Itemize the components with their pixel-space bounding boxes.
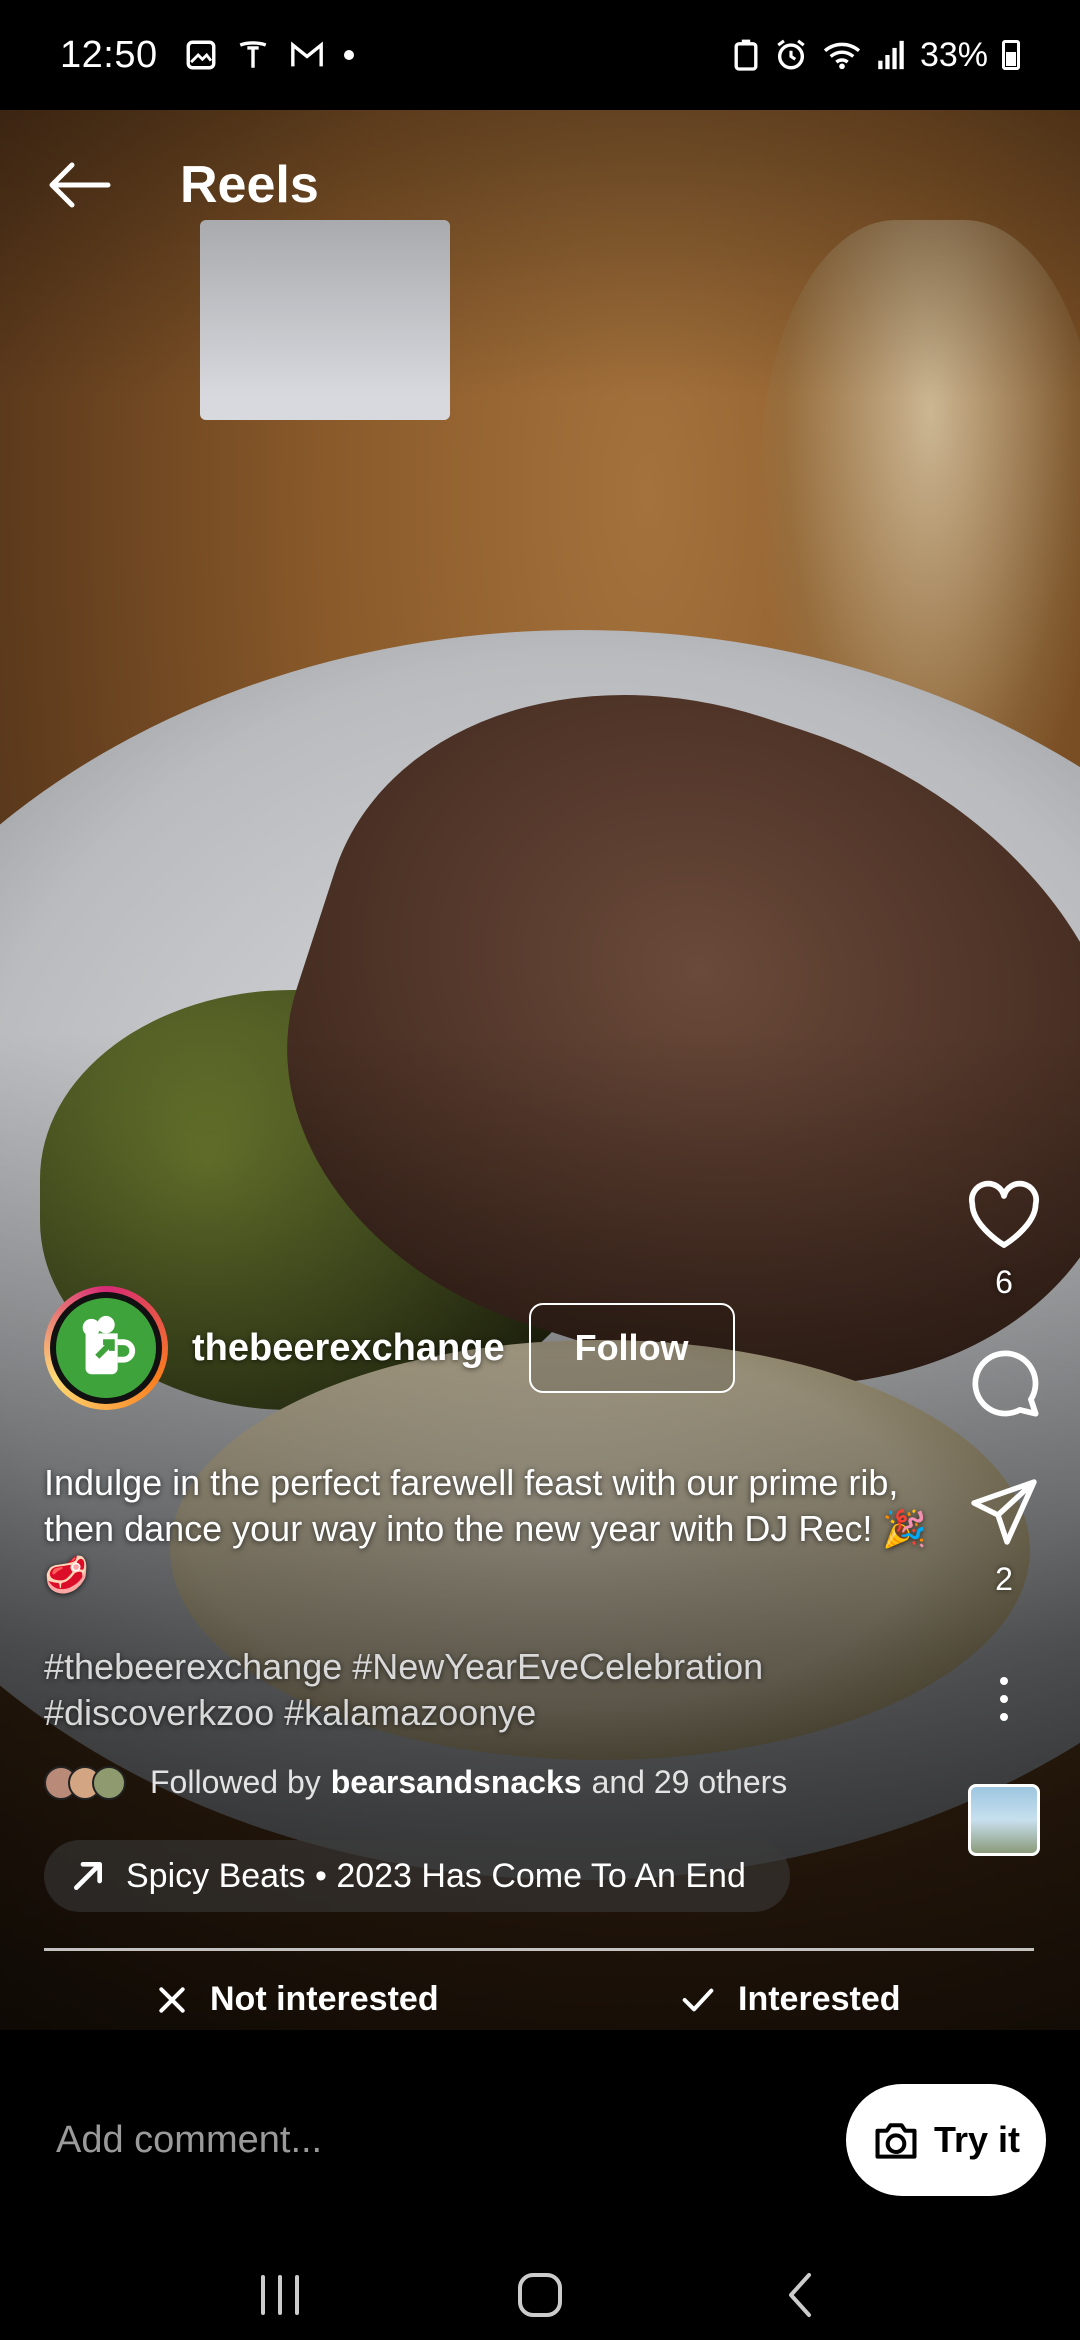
battery-icon	[1002, 40, 1020, 70]
not-interested-button[interactable]: Not interested	[156, 1980, 439, 2019]
back-arrow-icon[interactable]	[44, 155, 114, 215]
try-it-label: Try it	[933, 2119, 1021, 2160]
status-time: 12:50	[60, 33, 158, 76]
comment-icon	[972, 1350, 1039, 1417]
gmail-icon	[290, 41, 323, 67]
battery-saver-icon	[734, 39, 758, 71]
share-count: 2	[995, 1561, 1013, 1597]
gallery-icon	[186, 40, 216, 70]
try-it-button[interactable]: Try it	[846, 2084, 1046, 2196]
notification-icons	[184, 38, 354, 72]
audio-pill[interactable]: Spicy Beats • 2023 Has Come To An End	[44, 1840, 790, 1912]
top-nav: Reels	[0, 110, 1080, 260]
home-button[interactable]	[500, 2260, 580, 2330]
alarm-icon	[777, 39, 805, 70]
battery-percent: 33%	[919, 35, 988, 74]
home-icon	[518, 2273, 562, 2317]
not-interested-label: Not interested	[210, 1980, 439, 2018]
more-dot	[1000, 1695, 1008, 1703]
reel-video[interactable]	[0, 110, 1080, 2030]
hashtags[interactable]: #thebeerexchange #NewYearEveCelebration …	[44, 1644, 944, 1736]
heart-icon	[969, 1180, 1039, 1248]
send-icon	[971, 1479, 1037, 1545]
divider	[44, 1948, 1034, 1951]
system-back-button[interactable]	[760, 2260, 840, 2330]
camera-icon	[875, 2123, 917, 2159]
followed-suffix: and 29 others	[591, 1764, 788, 1800]
caption[interactable]: Indulge in the perfect farewell feast wi…	[44, 1460, 944, 1598]
interest-row: Not interested Interested	[0, 1980, 1080, 2030]
chevron-left-icon	[789, 2273, 811, 2317]
share-button[interactable]	[959, 1467, 1049, 1557]
interested-button[interactable]: Interested	[680, 1980, 901, 2019]
follower-avatars	[44, 1765, 126, 1800]
status-bar: 12:50 33%	[0, 0, 1080, 110]
comment-bar: Add comment... Try it	[0, 2030, 1080, 2250]
comment-button[interactable]	[959, 1337, 1049, 1427]
dot-icon	[343, 50, 354, 60]
username[interactable]: thebeerexchange	[192, 1327, 505, 1370]
recents-button[interactable]	[240, 2260, 320, 2330]
follow-button[interactable]: Follow	[528, 1303, 735, 1393]
more-dot	[1000, 1677, 1008, 1685]
recents-icon	[261, 2275, 299, 2315]
author-row: thebeerexchange Follow	[44, 1286, 735, 1410]
follower-avatar	[92, 1765, 126, 1800]
wifi-icon	[823, 42, 861, 70]
system-nav-bar	[0, 2250, 1080, 2340]
check-icon	[682, 1988, 714, 2011]
system-status: 33%	[732, 36, 1020, 75]
action-rail: 6 2	[954, 1170, 1054, 1856]
avatar[interactable]	[44, 1286, 168, 1410]
close-icon	[159, 1986, 185, 2013]
signal-icon	[878, 40, 904, 70]
followed-user: bearsandsnacks	[330, 1764, 582, 1800]
audio-thumbnail[interactable]	[968, 1784, 1040, 1856]
followed-prefix: Followed by	[150, 1764, 321, 1800]
interested-label: Interested	[738, 1980, 901, 2018]
page-title: Reels	[180, 156, 319, 214]
beer-logo-icon	[56, 1298, 156, 1398]
audio-label: Spicy Beats • 2023 Has Come To An End	[126, 1856, 746, 1895]
tesla-icon	[239, 41, 266, 68]
trending-arrow-icon	[74, 1862, 102, 1890]
more-dot	[1000, 1713, 1008, 1721]
like-button[interactable]	[959, 1170, 1049, 1260]
more-options-button[interactable]	[959, 1654, 1049, 1744]
comment-input[interactable]: Add comment...	[56, 2119, 322, 2162]
video-shade	[0, 110, 1080, 2030]
like-count: 6	[995, 1264, 1013, 1300]
followed-by[interactable]: Followed by bearsandsnacks and 29 others	[44, 1764, 787, 1801]
